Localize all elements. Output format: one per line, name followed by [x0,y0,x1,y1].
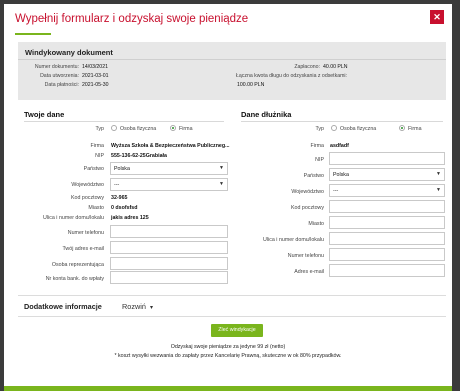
your-region-label: Województwo [71,182,104,188]
total-value-row: 100.00 PLN [237,82,264,88]
chevron-down-icon: ▼ [219,165,224,171]
your-region-select[interactable]: --- ▼ [110,178,228,191]
debtor-city-label: Miasto [308,221,324,227]
debtor-company-value: asdfadf [330,143,349,149]
your-account-input[interactable] [110,271,228,284]
your-postal-label: Kod pocztowy [71,195,104,201]
your-email-label: Twój adres e-mail [62,246,104,252]
debtor-country-value: Polska [333,172,349,178]
doc-created-row: Data utworzenia: 2021-03-01 [24,73,109,79]
debtor-type-company-label: Firma [408,126,422,132]
debtor-type-person-radio[interactable] [331,125,337,131]
submit-button[interactable]: Zleć windykacje [211,324,263,337]
your-phone-input[interactable] [110,225,228,238]
your-type-person-radio[interactable] [111,125,117,131]
doc-created-value: 2021-03-01 [82,73,109,79]
your-country-select[interactable]: Polska ▼ [110,162,228,175]
document-heading: Windykowany dokument [25,48,113,57]
your-data-rule [24,121,224,122]
your-company-label: Firma [90,143,104,149]
extra-divider-top [18,295,446,296]
paid-label: Zapłacono: [294,64,320,70]
debtor-data-rule [241,121,443,122]
debtor-postal-input[interactable] [329,200,445,213]
bottom-accent-bar [4,386,452,391]
doc-created-label: Data utworzenia: [40,73,79,79]
debtor-country-label: Państwo [303,173,324,179]
debtor-region-label: Województwo [291,189,324,195]
doc-due-label: Data płatności: [44,82,79,88]
your-email-input[interactable] [110,241,228,254]
your-type-company-label: Firma [179,126,193,132]
extra-divider-bottom [18,316,446,317]
doc-due-row: Data płatności: 2021-05-30 [24,82,109,88]
your-country-value: Polska [114,166,130,172]
your-type-person-label: Osoba fizyczna [120,126,157,132]
debtor-type-company-radio[interactable] [399,125,405,131]
debtor-type-person-label: Osoba fizyczna [340,126,377,132]
extra-info-toggle[interactable]: Rozwiń ▾ [122,302,153,311]
document-divider [18,59,446,60]
modal-title: Wypełnij formularz i odzyskaj swoje pien… [15,13,249,25]
paid-row: Zapłacono: 40.00 PLN [266,64,348,70]
title-underline [15,33,51,35]
debtor-email-input[interactable] [329,264,445,277]
disclaimer-note: * koszt wysyłki wezwania do zapłaty prze… [114,353,342,359]
debtor-nip-input[interactable] [329,152,445,165]
chevron-down-icon: ▼ [219,181,224,187]
total-label: Łączna kwota długu do odzyskania z odset… [236,73,348,79]
debtor-region-select[interactable]: --- ▼ [329,184,445,197]
close-icon[interactable]: ✕ [430,10,444,24]
your-phone-label: Numer telefonu [67,230,104,236]
your-city-value: 0 dsofsfsd [111,205,138,211]
debtor-type-label: Typ [315,126,324,132]
your-postal-value: 32-965 [111,195,128,201]
your-representative-input[interactable] [110,257,228,270]
debtor-street-label: Ulica i numer domu/lokalu [263,237,324,243]
your-type-label: Typ [95,126,104,132]
your-type-company-radio[interactable] [170,125,176,131]
your-street-label: Ulica i numer domu/lokalu [43,215,104,221]
recovery-form-modal: ✕ Wypełnij formularz i odzyskaj swoje pi… [4,4,452,391]
your-street-value: jakis adres 125 [111,215,149,221]
your-country-label: Państwo [83,166,104,172]
doc-number-row: Numer dokumentu: 14/03/2021 [24,64,108,70]
debtor-city-input[interactable] [329,216,445,229]
chevron-down-icon: ▼ [436,187,441,193]
extra-toggle-label: Rozwiń [122,302,146,311]
debtor-region-value: --- [333,188,339,194]
debtor-phone-label: Numer telefonu [287,253,324,259]
debtor-street-input[interactable] [329,232,445,245]
your-company-value: Wyższa Szkoła & Bezpieczeństwa Publiczne… [111,143,230,149]
chevron-down-icon: ▼ [436,171,441,177]
total-row: Łączna kwota długu do odzyskania z odset… [236,73,347,79]
your-city-label: Miasto [88,205,104,211]
your-nip-label: NIP [95,153,104,159]
debtor-nip-label: NIP [315,157,324,163]
doc-number-label: Numer dokumentu: [34,64,79,70]
your-data-title: Twoje dane [24,110,65,119]
debtor-phone-input[interactable] [329,248,445,261]
debtor-company-label: Firma [310,143,324,149]
price-note: Odzyskaj swoje pieniądze za jedyne 99 zł… [170,344,286,350]
total-value: 100.00 PLN [237,82,265,88]
your-representative-label: Osoba reprezentująca [51,262,104,268]
doc-number-value: 14/03/2021 [82,64,108,70]
chevron-down-icon: ▾ [149,305,153,311]
debtor-postal-label: Kod pocztowy [291,205,324,211]
your-nip-value: 555-136-62-25Grabiała [111,153,167,159]
your-account-label: Nr konta bank. do wpłaty [45,276,104,282]
doc-due-value: 2021-05-30 [82,82,109,88]
document-summary: Windykowany dokument Numer dokumentu: 14/… [18,42,446,100]
extra-info-title: Dodatkowe informacje [24,302,102,311]
paid-value: 40.00 PLN [323,64,348,70]
debtor-data-title: Dane dłużnika [241,110,292,119]
debtor-email-label: Adres e-mail [294,269,324,275]
your-region-value: --- [114,182,120,188]
debtor-country-select[interactable]: Polska ▼ [329,168,445,181]
